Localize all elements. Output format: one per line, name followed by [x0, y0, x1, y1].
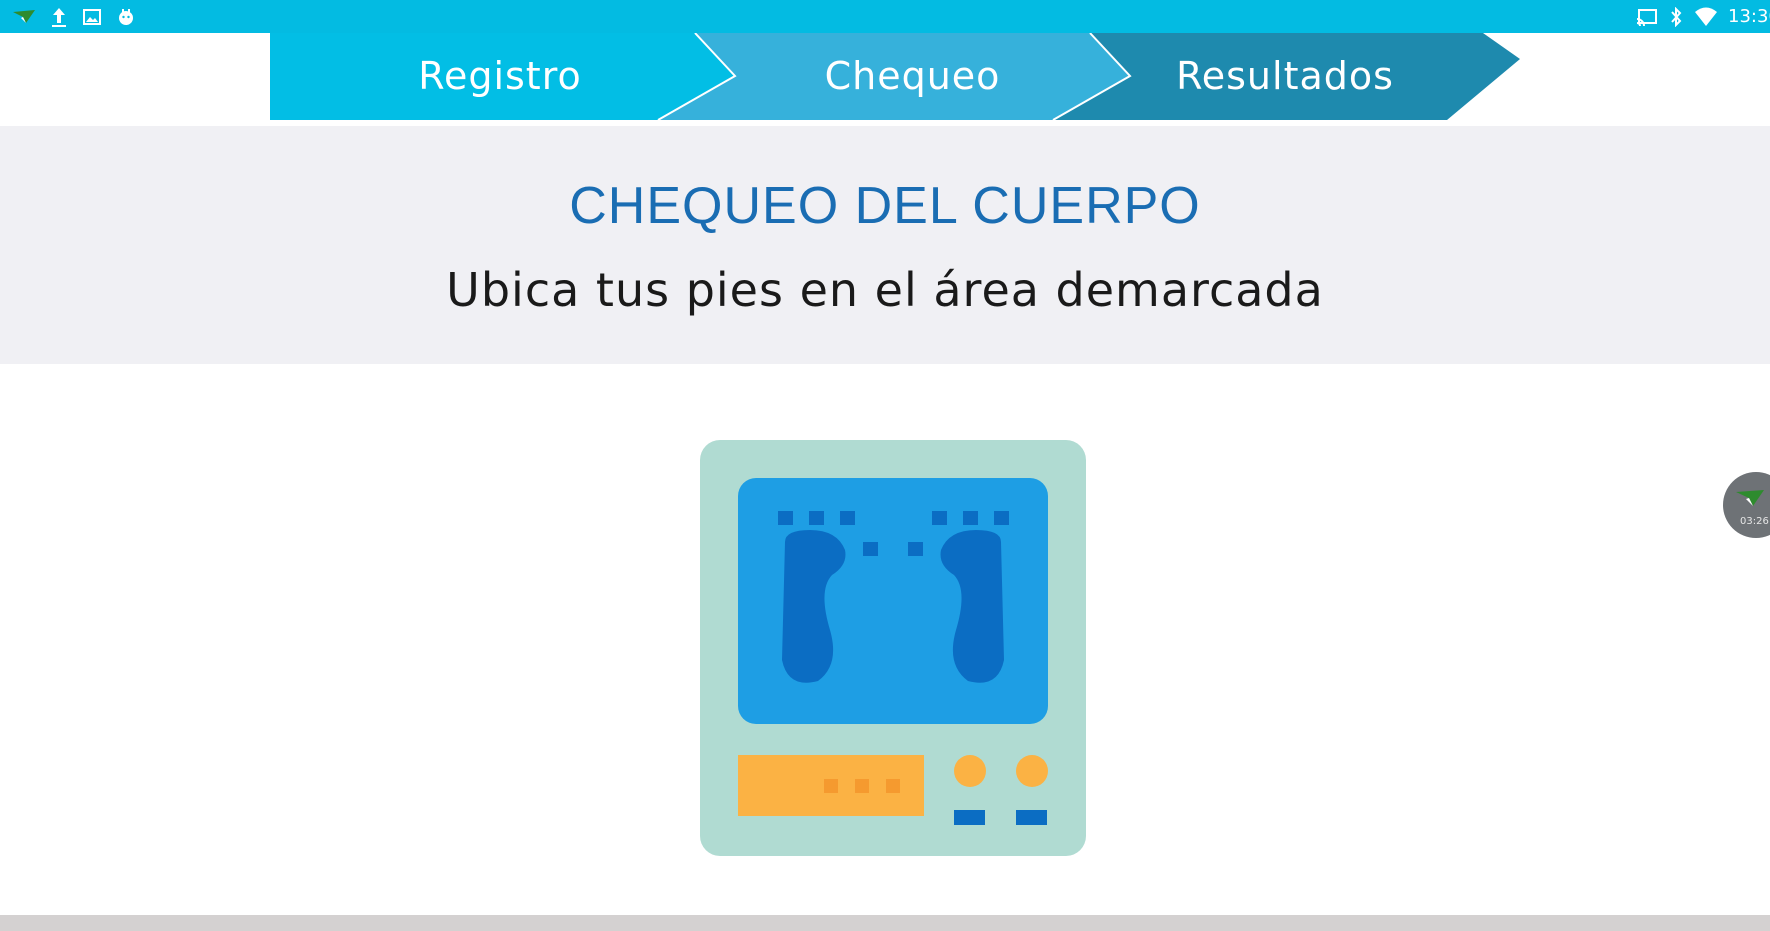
- overlay-timer: 03:26: [1740, 516, 1769, 527]
- app-bird-icon: [12, 8, 36, 26]
- wifi-icon: [1694, 7, 1718, 27]
- step-chequeo[interactable]: Chequeo: [710, 33, 1115, 120]
- instruction-band: [0, 126, 1770, 364]
- status-time: 13:36: [1728, 6, 1770, 27]
- status-bar: 13:36: [0, 0, 1770, 33]
- android-icon: [116, 8, 136, 26]
- upload-icon: [50, 6, 68, 28]
- scale-button-left: [954, 810, 985, 825]
- step-resultados[interactable]: Resultados: [1110, 33, 1460, 120]
- scale-knob-left: [954, 755, 986, 787]
- bottom-divider: [0, 915, 1770, 931]
- cast-icon: [1636, 8, 1658, 26]
- bluetooth-icon: [1668, 6, 1684, 27]
- overlay-bird-icon: [1735, 486, 1765, 514]
- display-digits: [824, 779, 900, 793]
- step-registro[interactable]: Registro: [270, 33, 730, 120]
- body-scale-icon: [700, 440, 1086, 856]
- progress-stepper: Registro Chequeo Resultados: [270, 33, 1520, 120]
- instruction-text: Ubica tus pies en el área demarcada: [446, 263, 1324, 317]
- scale-button-right: [1016, 810, 1047, 825]
- floating-overlay-bubble[interactable]: 03:26: [1723, 472, 1770, 538]
- page-title: CHEQUEO DEL CUERPO: [569, 177, 1201, 235]
- image-icon: [82, 8, 102, 26]
- scale-knob-right: [1016, 755, 1048, 787]
